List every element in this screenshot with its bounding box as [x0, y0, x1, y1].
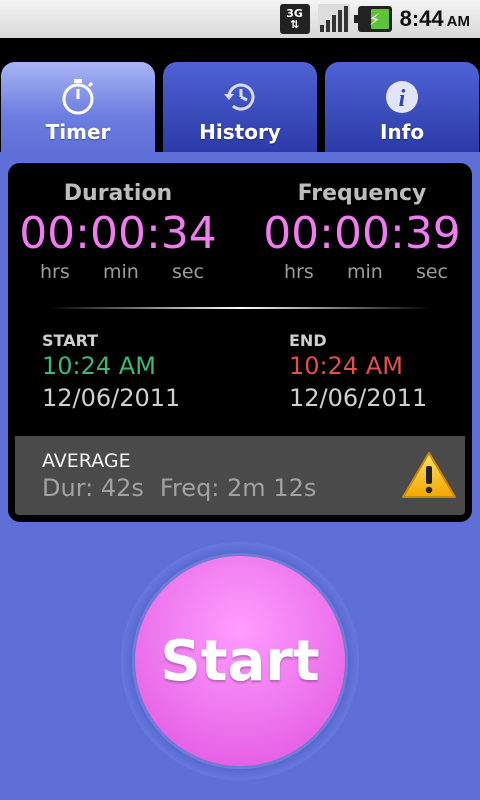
frequency-value: 00:00:39 [263, 208, 461, 259]
end-time: 10:24 AM [289, 352, 403, 380]
duration-units: hrs min sec [8, 261, 228, 283]
duration-value: 00:00:34 [19, 208, 217, 259]
svg-text:i: i [399, 86, 406, 112]
unit-sec: sec [415, 261, 448, 283]
frequency-section: Frequency 00:00:39 hrs min sec [252, 181, 472, 283]
duration-heading: Duration [63, 181, 173, 206]
tab-timer[interactable]: Timer [1, 62, 155, 152]
unit-min: min [346, 261, 383, 283]
info-icon: i [383, 78, 421, 116]
top-band [0, 38, 480, 60]
tab-bar: Timer History i Info [0, 60, 480, 152]
end-section: END 10:24 AM 12/06/2011 [289, 331, 472, 412]
timer-panel: Duration 00:00:34 hrs min sec Frequency … [8, 163, 472, 522]
signal-icon [317, 4, 350, 34]
start-button-label: Start [160, 628, 320, 694]
end-label: END [289, 331, 327, 350]
start-label: START [42, 331, 99, 350]
tab-history-label: History [199, 120, 281, 144]
average-section: AVERAGE Dur: 42s Freq: 2m 12s [15, 436, 465, 515]
unit-sec: sec [171, 261, 204, 283]
battery-icon: ⚡ [353, 6, 392, 32]
divider [48, 307, 433, 309]
network-3g-icon: 3G ⇅ [279, 4, 310, 34]
unit-hrs: hrs [284, 261, 314, 283]
tab-info-label: Info [379, 120, 425, 144]
status-bar: 3G ⇅ ⚡ 8:44 AM [0, 0, 480, 38]
history-icon [221, 78, 259, 116]
frequency-units: hrs min sec [252, 261, 472, 283]
tab-timer-label: Timer [45, 120, 111, 144]
tab-history[interactable]: History [163, 62, 317, 152]
start-time: 10:24 AM [42, 352, 156, 380]
average-duration: Dur: 42s [42, 474, 144, 502]
frequency-heading: Frequency [297, 181, 427, 206]
start-date: 12/06/2011 [42, 384, 181, 412]
stopwatch-icon [59, 78, 97, 116]
duration-section: Duration 00:00:34 hrs min sec [8, 181, 228, 283]
start-button[interactable]: Start [135, 556, 345, 766]
unit-hrs: hrs [40, 261, 70, 283]
tab-info[interactable]: i Info [325, 62, 479, 152]
warning-icon[interactable] [401, 450, 457, 500]
unit-min: min [102, 261, 139, 283]
end-date: 12/06/2011 [289, 384, 428, 412]
start-section: START 10:24 AM 12/06/2011 [42, 331, 262, 412]
status-clock: 8:44 AM [399, 6, 470, 31]
average-frequency: Freq: 2m 12s [159, 474, 317, 502]
